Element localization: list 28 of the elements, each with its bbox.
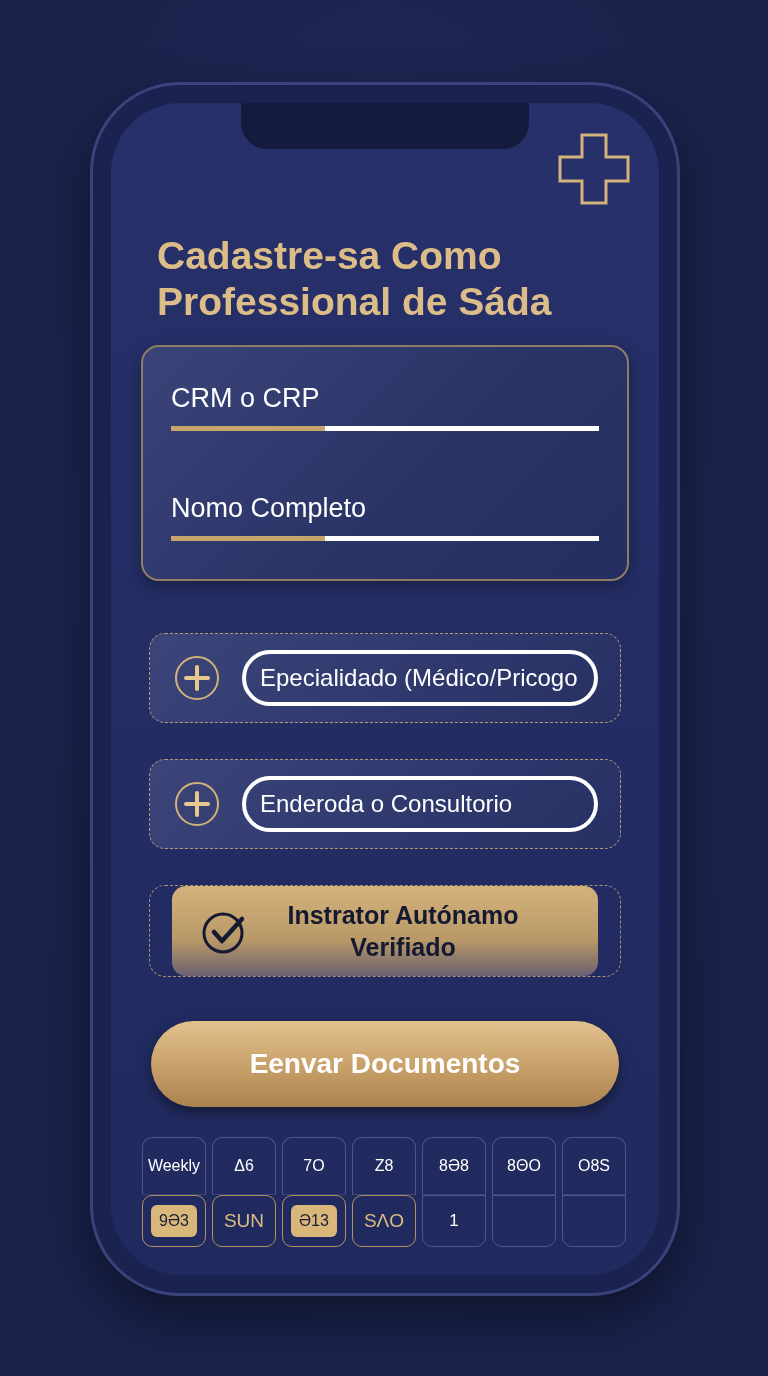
table-header-cell: Weekly [142, 1137, 206, 1195]
calendar-cell[interactable] [562, 1195, 626, 1247]
table-header-cell: Δ6 [212, 1137, 276, 1195]
table-header-cell: 7O [282, 1137, 346, 1195]
text-field[interactable]: Nomo Completo [171, 493, 599, 541]
table-header-cell: 8ΘO [492, 1137, 556, 1195]
medical-cross-icon [558, 133, 630, 205]
day-label: SUN [223, 1210, 265, 1232]
page-title: Cadastre-sa Como Professional de Sáda [157, 233, 553, 325]
calendar-cell[interactable] [492, 1195, 556, 1247]
input-field[interactable]: Enderoda o Consultorio [242, 776, 598, 832]
add-icon[interactable] [174, 655, 220, 701]
calendar-cell[interactable]: 9Ə3 [142, 1195, 206, 1247]
date-badge: 9Ə3 [151, 1205, 197, 1237]
input-field[interactable]: Epecialidado (Médico/Pricogo [242, 650, 598, 706]
text-field[interactable]: CRM o CRP [171, 383, 599, 431]
table-header-cell: 8Ə8 [422, 1137, 486, 1195]
calendar-cell[interactable]: SUN [212, 1195, 276, 1247]
calendar-cell[interactable]: 1 [422, 1195, 486, 1247]
table-header-cell: Z8 [352, 1137, 416, 1195]
day-label: 1 [449, 1211, 459, 1231]
add-icon[interactable] [174, 781, 220, 827]
table-header-cell: O8S [562, 1137, 626, 1195]
calendar-cell[interactable]: Ə13 [282, 1195, 346, 1247]
calendar-cell[interactable]: SΛO [352, 1195, 416, 1247]
date-badge: Ə13 [291, 1205, 337, 1237]
day-label: SΛO [363, 1210, 405, 1232]
verified-checkbox[interactable]: Instrator Autónamo Verifiado [172, 886, 598, 976]
